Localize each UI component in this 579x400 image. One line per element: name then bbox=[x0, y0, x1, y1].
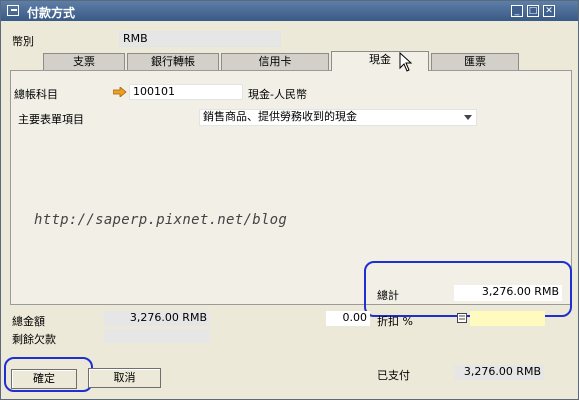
discount-percent-label: 折扣 % bbox=[377, 315, 413, 328]
overall-amount-label: 總金額 bbox=[12, 315, 45, 328]
currency-field: RMB bbox=[119, 31, 281, 47]
tab-cash[interactable]: 現金 bbox=[331, 51, 429, 71]
gl-account-label: 總帳科目 bbox=[14, 88, 58, 101]
title-bar: 付款方式 _ □ ✕ bbox=[1, 1, 578, 21]
total-highlight bbox=[364, 261, 572, 317]
cancel-button[interactable]: 取消 bbox=[88, 368, 161, 388]
currency-label: 幣別 bbox=[12, 35, 34, 48]
minimize-button[interactable]: _ bbox=[511, 5, 523, 17]
primary-form-item-select[interactable]: 銷售商品、提供勞務收到的現金 bbox=[199, 109, 477, 126]
mouse-cursor-icon bbox=[399, 52, 413, 72]
payment-means-window: 付款方式 _ □ ✕ 幣別 RMB 支票 銀行轉帳 信用卡 匯票 現金 總帳科目… bbox=[0, 0, 579, 400]
maximize-button[interactable]: □ bbox=[527, 5, 539, 17]
chevron-down-icon bbox=[464, 115, 472, 120]
window-title: 付款方式 bbox=[27, 6, 76, 20]
link-arrow-icon[interactable] bbox=[113, 87, 127, 97]
close-button[interactable]: ✕ bbox=[543, 5, 555, 17]
discount-percent-field[interactable] bbox=[470, 311, 545, 326]
balance-due-label: 剩餘欠款 bbox=[12, 333, 56, 346]
primary-form-item-value: 銷售商品、提供勞務收到的現金 bbox=[203, 110, 357, 123]
discount-amount-field[interactable]: 0.00 bbox=[326, 311, 370, 326]
paid-field: 3,276.00 RMB bbox=[454, 365, 544, 380]
tab-bill-of-exchange[interactable]: 匯票 bbox=[431, 53, 519, 71]
primary-form-item-label: 主要表單項目 bbox=[18, 113, 84, 126]
balance-due-field bbox=[104, 329, 210, 343]
tab-bank-transfer[interactable]: 銀行轉帳 bbox=[127, 53, 219, 71]
window-icon bbox=[7, 5, 19, 16]
ok-highlight bbox=[4, 357, 93, 392]
paid-label: 已支付 bbox=[377, 369, 410, 382]
tab-check[interactable]: 支票 bbox=[43, 53, 125, 71]
calculator-icon[interactable] bbox=[457, 313, 467, 323]
gl-account-field[interactable]: 100101 bbox=[129, 84, 243, 100]
watermark-text: http://saperp.pixnet.net/blog bbox=[34, 212, 288, 228]
overall-amount-field: 3,276.00 RMB bbox=[104, 311, 210, 326]
gl-account-name: 現金-人民幣 bbox=[248, 88, 307, 101]
tab-credit-card[interactable]: 信用卡 bbox=[221, 53, 329, 71]
